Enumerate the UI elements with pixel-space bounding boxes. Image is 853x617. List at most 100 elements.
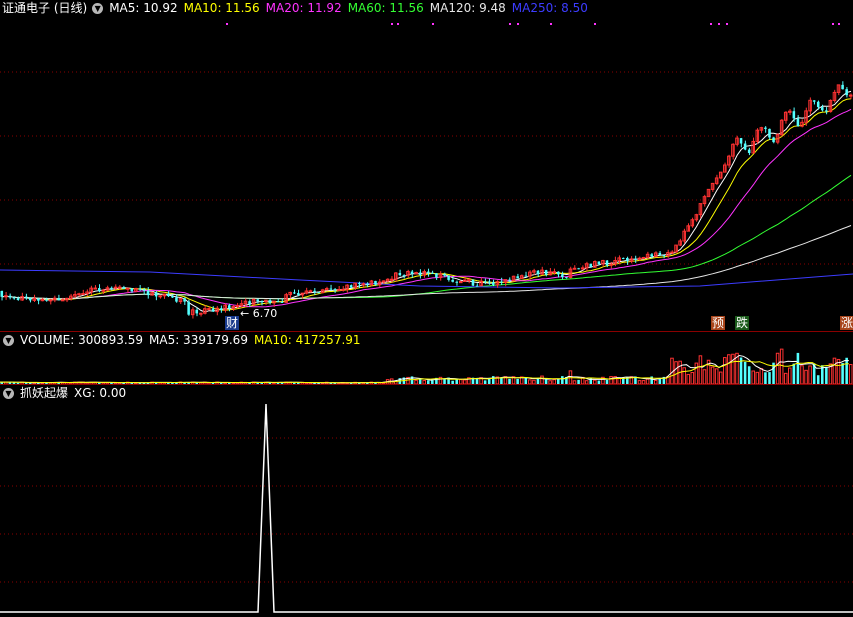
candle-body xyxy=(589,264,592,267)
candle-body xyxy=(764,128,767,129)
candle-body xyxy=(516,276,519,278)
indicator-name: 抓妖起爆 xyxy=(20,385,68,401)
candle-body xyxy=(403,275,406,276)
volume-bar xyxy=(805,370,808,384)
candle-body xyxy=(25,297,28,298)
candle-body xyxy=(455,282,458,283)
signal-dot xyxy=(391,23,393,25)
volume-bar xyxy=(817,375,820,384)
chevron-down-icon[interactable]: ▼ xyxy=(3,335,14,346)
chevron-down-icon[interactable]: ▼ xyxy=(3,388,14,399)
candle-body xyxy=(419,272,422,275)
event-tag-finance[interactable]: 财 xyxy=(225,316,239,330)
candle-body xyxy=(167,294,170,296)
volume-bar xyxy=(711,367,714,384)
volume-bar xyxy=(748,366,751,384)
candle-body xyxy=(171,296,174,297)
low-price-label: ← 6.70 xyxy=(240,307,277,320)
candle-body xyxy=(748,150,751,153)
candle-body xyxy=(78,294,81,295)
candle-body xyxy=(374,281,377,285)
ma-line xyxy=(2,175,851,298)
volume-bar xyxy=(845,358,848,384)
volume-bar xyxy=(744,362,747,384)
candle-body xyxy=(817,102,820,107)
candle-body xyxy=(492,282,495,285)
volume-bar xyxy=(492,376,495,384)
volume-bar xyxy=(732,354,735,384)
candle-body xyxy=(313,291,316,292)
volume-bar xyxy=(825,367,828,384)
volume-value: VOLUME: 300893.59 xyxy=(20,332,143,348)
stock-title: 证通电子 (日线) xyxy=(2,0,87,16)
candle-body xyxy=(342,289,345,290)
volume-bar xyxy=(691,373,694,384)
candle-body xyxy=(256,299,259,301)
candle-body xyxy=(553,272,556,273)
candle-body xyxy=(577,268,580,269)
candle-body xyxy=(281,302,284,303)
candle-body xyxy=(813,100,816,101)
candle-body xyxy=(159,296,162,297)
candle-body xyxy=(488,281,491,282)
candle-body xyxy=(297,293,300,295)
signal-dot xyxy=(432,23,434,25)
candle-body xyxy=(484,281,487,282)
candle-body xyxy=(183,298,186,301)
ma5-label: MA5: 10.92 xyxy=(109,0,177,16)
event-tag-rise[interactable]: 涨 xyxy=(840,316,853,330)
price-header: 证通电子 (日线) ▼ MA5: 10.92 MA10: 11.56 MA20:… xyxy=(0,0,594,16)
candle-body xyxy=(61,300,64,301)
indicator-chart[interactable] xyxy=(0,401,853,617)
signal-dot xyxy=(397,23,399,25)
chevron-down-icon[interactable]: ▼ xyxy=(92,3,103,14)
candle-body xyxy=(472,280,475,286)
candle-body xyxy=(155,293,158,297)
candle-body xyxy=(768,129,771,138)
volume-bar xyxy=(833,358,836,384)
indicator-panel[interactable]: ▼ 抓妖起爆 XG: 0.00 xyxy=(0,385,853,617)
volume-bar xyxy=(801,366,804,384)
candle-body xyxy=(143,289,146,290)
volume-bar xyxy=(760,369,763,384)
candle-body xyxy=(845,89,848,95)
ma60-label: MA60: 11.56 xyxy=(348,0,424,16)
event-tag-fall[interactable]: 跌 xyxy=(735,316,749,330)
event-tag-forecast[interactable]: 预 xyxy=(711,316,725,330)
volume-header: ▼ VOLUME: 300893.59 MA5: 339179.69 MA10:… xyxy=(0,332,367,348)
candle-body xyxy=(565,277,568,278)
candle-body xyxy=(468,280,471,281)
candle-body xyxy=(821,107,824,110)
volume-bar xyxy=(687,374,690,384)
signal-dot xyxy=(726,23,728,25)
candle-body xyxy=(236,306,239,307)
volume-chart[interactable] xyxy=(0,348,853,384)
candle-body xyxy=(650,254,653,256)
volume-bar xyxy=(752,371,755,384)
candle-body xyxy=(220,308,223,310)
candle-body xyxy=(248,301,251,304)
candle-body xyxy=(435,273,438,277)
candle-body xyxy=(772,137,775,142)
candlestick-chart[interactable]: ← 6.70 xyxy=(0,16,853,332)
ma120-label: MA120: 9.48 xyxy=(430,0,506,16)
candle-body xyxy=(606,260,609,265)
price-panel[interactable]: 证通电子 (日线) ▼ MA5: 10.92 MA10: 11.56 MA20:… xyxy=(0,0,853,332)
candle-body xyxy=(82,294,85,295)
volume-bar xyxy=(561,376,564,384)
candle-body xyxy=(212,309,215,312)
signal-dot xyxy=(517,23,519,25)
signal-dot xyxy=(226,23,228,25)
volume-bar xyxy=(699,356,702,384)
candle-body xyxy=(338,289,341,290)
candle-body xyxy=(500,282,503,283)
volume-panel[interactable]: ▼ VOLUME: 300893.59 MA5: 339179.69 MA10:… xyxy=(0,332,853,384)
ma20-label: MA20: 11.92 xyxy=(266,0,342,16)
candle-body xyxy=(557,272,560,275)
candle-body xyxy=(598,262,601,265)
candle-body xyxy=(269,300,272,303)
candle-body xyxy=(187,302,190,315)
candle-body xyxy=(317,292,320,293)
candle-body xyxy=(411,272,414,274)
volume-ma10: MA10: 417257.91 xyxy=(254,332,361,348)
